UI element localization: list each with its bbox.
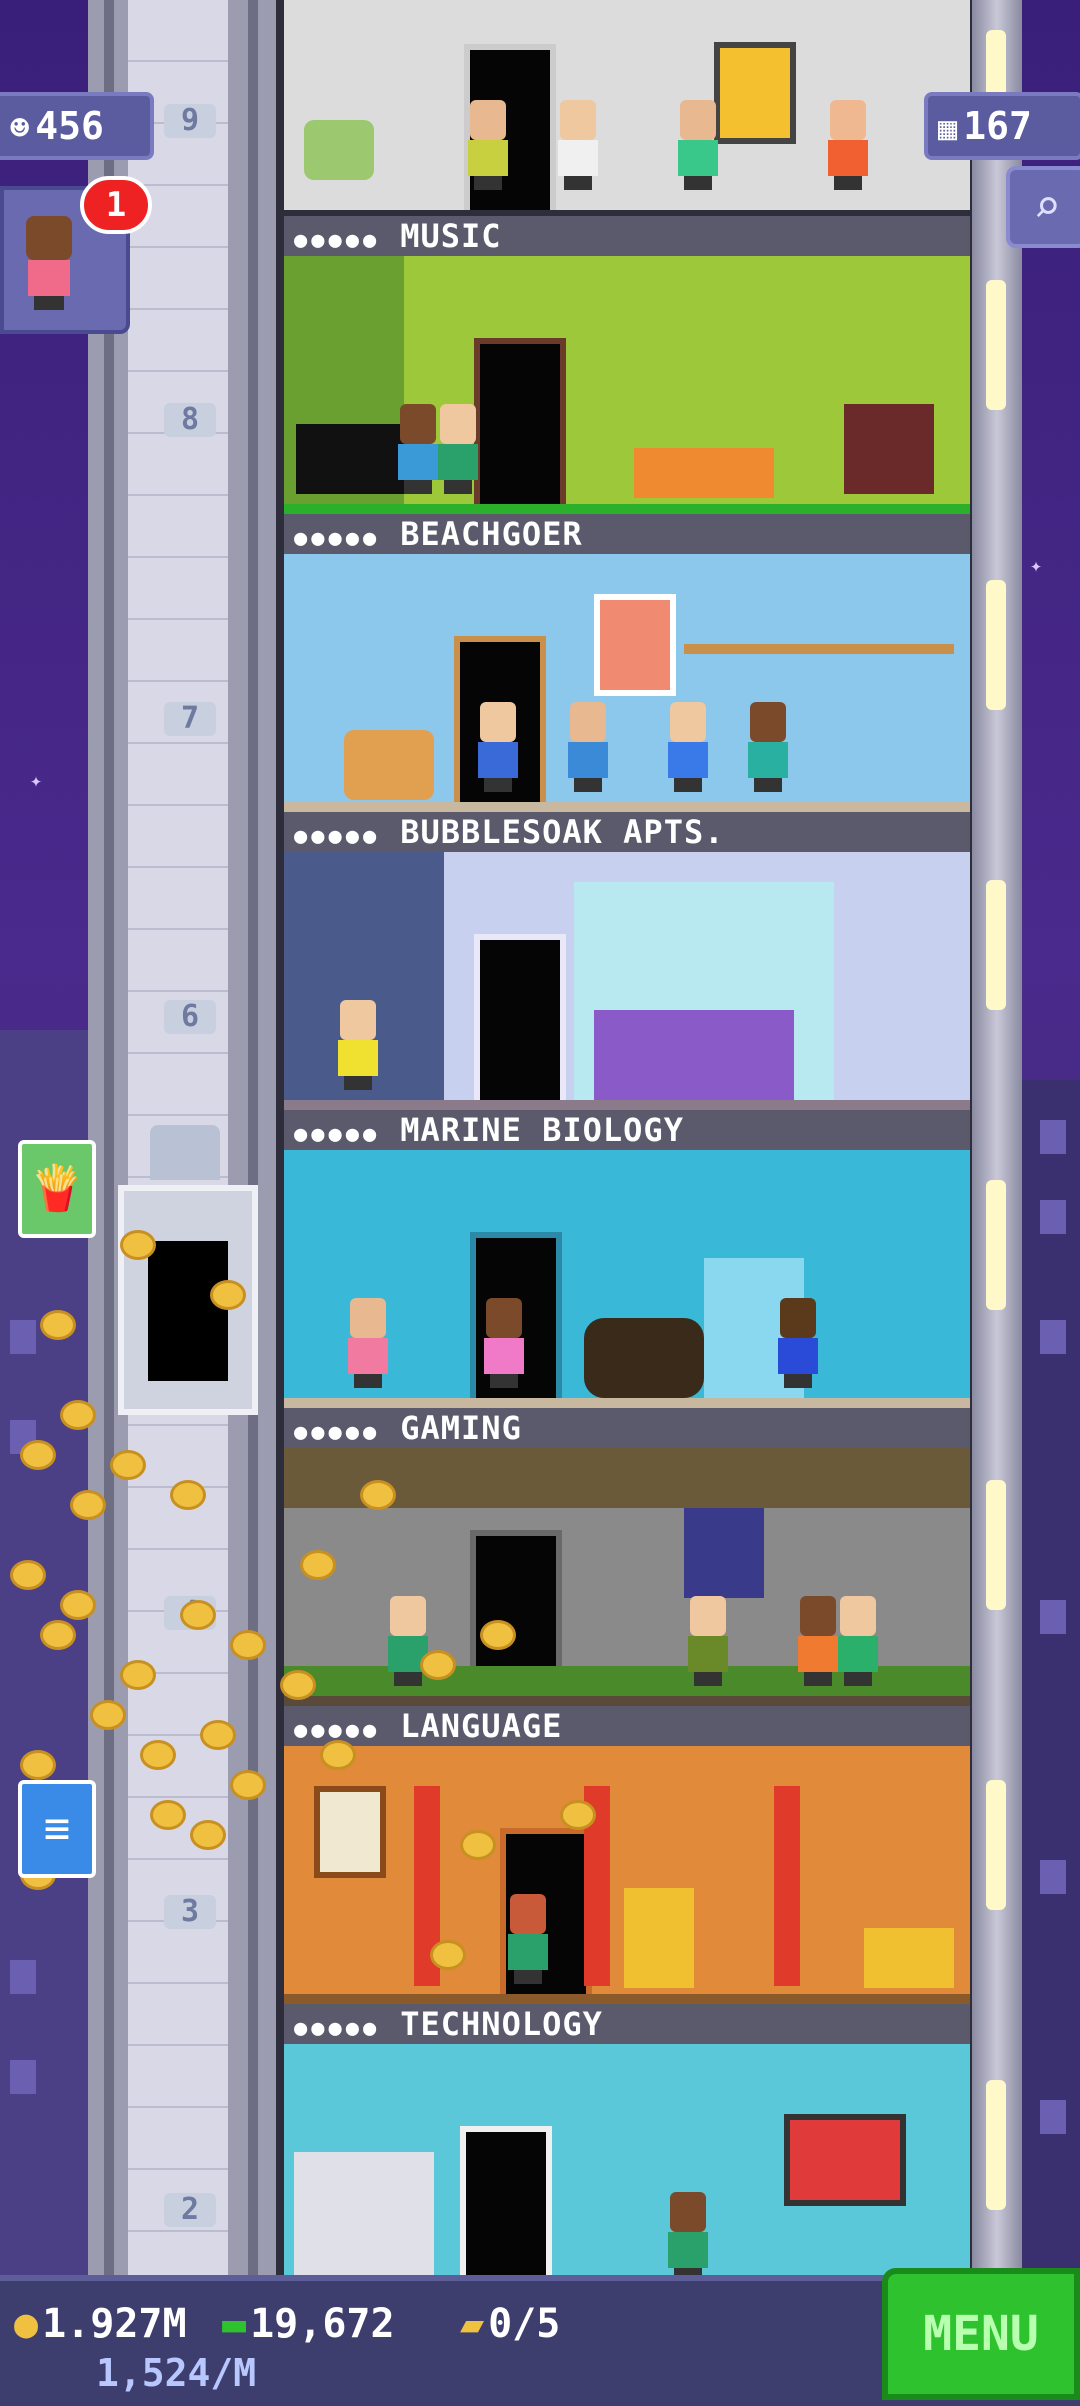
floor-number: 3 (164, 1895, 216, 1929)
floor-music[interactable]: ●●●●● MUSIC (284, 216, 970, 514)
ticket-icon: ▰ (460, 2301, 485, 2347)
elevator-lamp (150, 1125, 220, 1180)
floor-name: GAMING (400, 1409, 522, 1447)
person-icon: ☻ (10, 109, 30, 147)
bux-value: 19,672 (250, 2301, 395, 2347)
floor-name: BEACHGOER (400, 515, 583, 553)
floor-number: 2 (164, 2193, 216, 2227)
building-icon: ▦ (938, 109, 958, 147)
bux-display[interactable]: ▬ 19,672 (222, 2301, 395, 2347)
notification-badge: 1 (80, 176, 152, 234)
stars-rating: ●●●●● (294, 526, 381, 551)
star-icon: ✦ (30, 768, 43, 792)
floor-name: TECHNOLOGY (400, 2005, 603, 2043)
floor-label: ●●●●● BEACHGOER (284, 514, 970, 554)
floor-language[interactable]: ●●●●● LANGUAGE (284, 1706, 970, 2004)
stars-rating: ●●●●● (294, 1420, 381, 1445)
floor-label: ●●●●● MARINE BIOLOGY (284, 1110, 970, 1150)
floor-number: 7 (164, 702, 216, 736)
population-value: 456 (35, 104, 104, 148)
floor-gaming[interactable]: ●●●●● GAMING (284, 1408, 970, 1706)
floor-number: 6 (164, 1000, 216, 1034)
elevator-door (148, 1241, 228, 1381)
coins-value: 1.927M (42, 2301, 187, 2347)
fries-icon[interactable]: 🍟 (18, 1140, 96, 1238)
floor-beachgoer[interactable]: ●●●●● BEACHGOER (284, 514, 970, 812)
floor-name: MUSIC (400, 217, 502, 255)
floor-number: 9 (164, 104, 216, 138)
floor-name: MARINE BIOLOGY (400, 1111, 684, 1149)
floor-label: ●●●●● LANGUAGE (284, 1706, 970, 1746)
coin-rate: 1,524/M (96, 2351, 257, 2395)
floor-label: ●●●●● BUBBLESOAK APTS. (284, 812, 970, 852)
stars-rating: ●●●●● (294, 1122, 381, 1147)
floor-counter[interactable]: ▦ 167 (924, 92, 1080, 160)
floor-technology[interactable]: ●●●●● TECHNOLOGY (284, 2004, 970, 2302)
star-icon: ✦ (1030, 553, 1043, 577)
chat-icon[interactable]: ≡ (18, 1780, 96, 1878)
stars-rating: ●●●●● (294, 824, 381, 849)
bux-icon: ▬ (222, 2301, 247, 2347)
floor-name: LANGUAGE (400, 1707, 563, 1745)
floor-top[interactable] (284, 0, 970, 220)
floor-label: ●●●●● GAMING (284, 1408, 970, 1448)
search-icon[interactable]: ⌕ (1006, 166, 1080, 248)
coin-icon: ● (14, 2301, 39, 2347)
coins-display: ● 1.927M (14, 2301, 187, 2347)
floor-number: 8 (164, 403, 216, 437)
floor-name: BUBBLESOAK APTS. (400, 813, 725, 851)
floor-label: ●●●●● TECHNOLOGY (284, 2004, 970, 2044)
floor-count-value: 167 (963, 104, 1032, 148)
floor-marine-biology[interactable]: ●●●●● MARINE BIOLOGY (284, 1110, 970, 1408)
population-counter[interactable]: ☻ 456 (0, 92, 154, 160)
tower-outer-wall (972, 0, 1022, 2275)
stars-rating: ●●●●● (294, 2016, 381, 2041)
tickets-display[interactable]: ▰ 0/5 (460, 2301, 560, 2347)
floor-bubblesoak[interactable]: ●●●●● BUBBLESOAK APTS. (284, 812, 970, 1110)
tickets-value: 0/5 (488, 2301, 561, 2347)
stars-rating: ●●●●● (294, 228, 381, 253)
floor-label: ●●●●● MUSIC (284, 216, 970, 256)
menu-button[interactable]: MENU (882, 2268, 1080, 2400)
